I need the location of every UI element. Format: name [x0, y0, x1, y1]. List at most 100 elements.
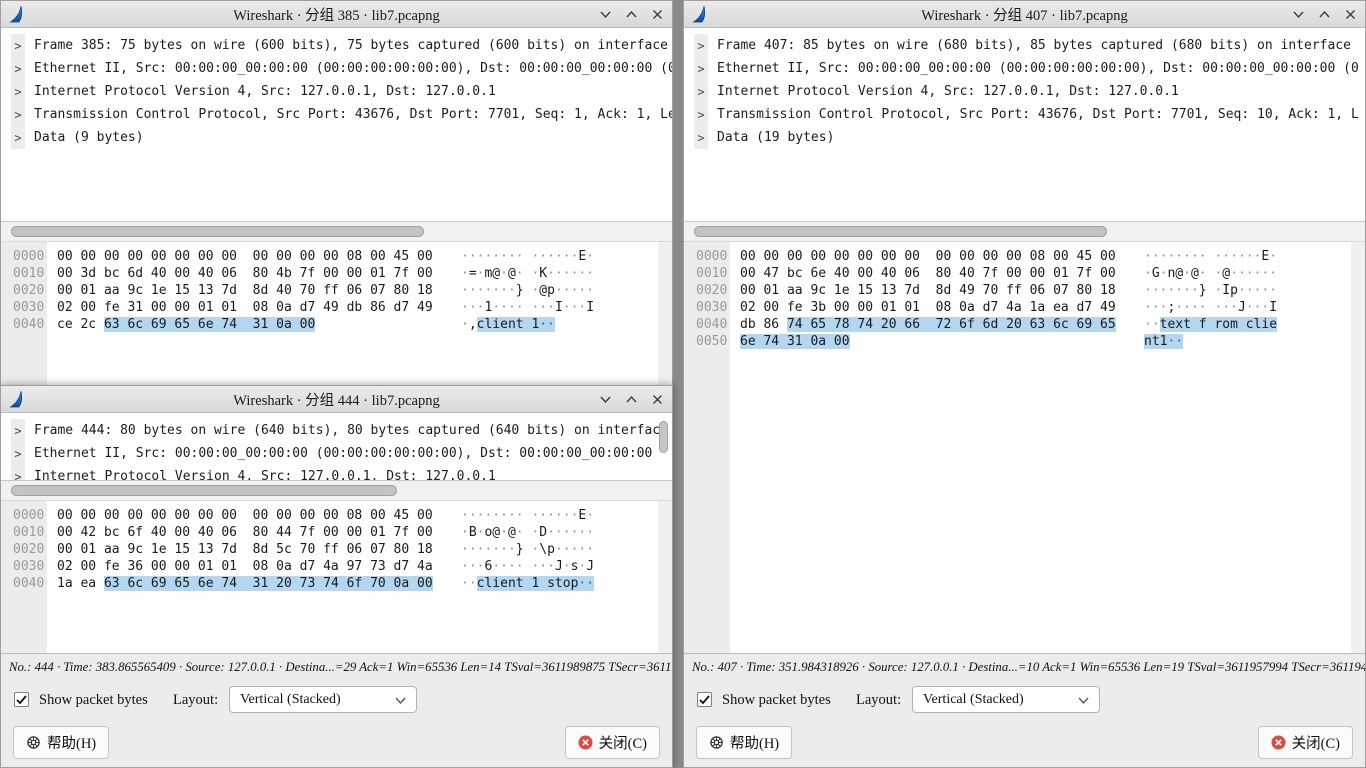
packet-detail-tree[interactable]: >Frame 385: 75 bytes on wire (600 bits),…: [1, 28, 672, 222]
maximize-icon[interactable]: [1318, 8, 1331, 21]
hex-ascii[interactable]: ··text f rom clie: [1144, 317, 1277, 332]
tree-row[interactable]: >Data (19 bytes): [684, 126, 1365, 149]
expander-icon[interactable]: >: [11, 465, 25, 481]
help-button[interactable]: 帮助(H): [13, 726, 109, 759]
hex-row[interactable]: 001000 47 bc 6e 40 00 40 06 80 40 7f 00 …: [684, 265, 1365, 282]
hex-bytes[interactable]: 6e 74 31 0a 00: [740, 334, 1120, 349]
hex-row[interactable]: 002000 01 aa 9c 1e 15 13 7d 8d 49 70 ff …: [684, 282, 1365, 299]
hex-bytes[interactable]: 00 3d bc 6d 40 00 40 06 80 4b 7f 00 00 0…: [57, 266, 437, 281]
packet-bytes-pane[interactable]: 000000 00 00 00 00 00 00 00 00 00 00 00 …: [1, 501, 672, 653]
hex-bytes[interactable]: 1a ea 63 6c 69 65 6e 74 31 20 73 74 6f 7…: [57, 576, 437, 591]
show-packet-bytes-checkbox[interactable]: [14, 692, 29, 707]
close-dialog-button[interactable]: 关闭(C): [1258, 726, 1353, 759]
hex-bytes[interactable]: 00 00 00 00 00 00 00 00 00 00 00 00 08 0…: [57, 249, 437, 264]
hex-ascii[interactable]: ·······} ·Ip·····: [1144, 283, 1277, 298]
expander-icon[interactable]: >: [11, 34, 25, 57]
hex-bytes[interactable]: ce 2c 63 6c 69 65 6e 74 31 0a 00: [57, 317, 437, 332]
packet-detail-tree[interactable]: >Frame 444: 80 bytes on wire (640 bits),…: [1, 413, 672, 481]
hex-bytes[interactable]: 00 42 bc 6f 40 00 40 06 80 44 7f 00 00 0…: [57, 525, 437, 540]
hex-row[interactable]: 002000 01 aa 9c 1e 15 13 7d 8d 40 70 ff …: [1, 282, 672, 299]
hex-ascii[interactable]: ···;···· ···J···I: [1144, 300, 1277, 315]
tree-row[interactable]: >Transmission Control Protocol, Src Port…: [1, 103, 672, 126]
help-button[interactable]: 帮助(H): [696, 726, 792, 759]
hex-ascii[interactable]: ·······} ·\p·····: [461, 542, 594, 557]
hex-ascii[interactable]: ·······} ·@p·····: [461, 283, 594, 298]
expander-icon[interactable]: >: [694, 34, 708, 57]
tree-row[interactable]: >Frame 407: 85 bytes on wire (680 bits),…: [684, 34, 1365, 57]
scrollbar-thumb[interactable]: [11, 226, 424, 237]
hex-ascii[interactable]: ···1···· ···I···I: [461, 300, 594, 315]
hex-bytes[interactable]: 02 00 fe 31 00 00 01 01 08 0a d7 49 db 8…: [57, 300, 437, 315]
horizontal-scrollbar[interactable]: [1, 222, 672, 242]
scrollbar-thumb[interactable]: [694, 226, 1107, 237]
hex-ascii[interactable]: ··client 1 stop··: [461, 576, 594, 591]
layout-dropdown[interactable]: Vertical (Stacked): [912, 686, 1100, 713]
expander-icon[interactable]: >: [11, 103, 25, 126]
hex-row[interactable]: 00401a ea 63 6c 69 65 6e 74 31 20 73 74 …: [1, 575, 672, 592]
expander-icon[interactable]: >: [11, 57, 25, 80]
tree-row[interactable]: >Frame 444: 80 bytes on wire (640 bits),…: [1, 419, 672, 442]
hex-bytes[interactable]: 00 00 00 00 00 00 00 00 00 00 00 00 08 0…: [57, 508, 437, 523]
titlebar-444[interactable]: Wireshark · 分组 444 · lib7.pcapng: [1, 386, 672, 413]
hex-ascii[interactable]: ·,client 1··: [461, 317, 555, 332]
hex-bytes[interactable]: 00 00 00 00 00 00 00 00 00 00 00 00 08 0…: [740, 249, 1120, 264]
expander-icon[interactable]: >: [694, 80, 708, 103]
layout-dropdown[interactable]: Vertical (Stacked): [229, 686, 417, 713]
tree-row[interactable]: >Frame 385: 75 bytes on wire (600 bits),…: [1, 34, 672, 57]
expander-icon[interactable]: >: [694, 126, 708, 149]
packet-bytes-pane[interactable]: 000000 00 00 00 00 00 00 00 00 00 00 00 …: [684, 242, 1365, 653]
tree-row[interactable]: >Data (9 bytes): [1, 126, 672, 149]
hex-ascii[interactable]: ········ ······E·: [461, 249, 594, 264]
hex-row[interactable]: 0040ce 2c 63 6c 69 65 6e 74 31 0a 00·,cl…: [1, 316, 672, 333]
tree-row[interactable]: >Transmission Control Protocol, Src Port…: [684, 103, 1365, 126]
minimize-icon[interactable]: [599, 393, 612, 406]
expander-icon[interactable]: >: [11, 80, 25, 103]
hex-ascii[interactable]: ·B·o@·@· ·D······: [461, 525, 594, 540]
titlebar-385[interactable]: Wireshark · 分组 385 · lib7.pcapng: [1, 1, 672, 28]
tree-row[interactable]: >Internet Protocol Version 4, Src: 127.0…: [1, 465, 672, 481]
hex-bytes[interactable]: 02 00 fe 36 00 00 01 01 08 0a d7 4a 97 7…: [57, 559, 437, 574]
horizontal-scrollbar[interactable]: [1, 481, 672, 501]
maximize-icon[interactable]: [625, 8, 638, 21]
close-icon[interactable]: [651, 8, 664, 21]
minimize-icon[interactable]: [1292, 8, 1305, 21]
packet-detail-tree[interactable]: >Frame 407: 85 bytes on wire (680 bits),…: [684, 28, 1365, 222]
hex-bytes[interactable]: 00 47 bc 6e 40 00 40 06 80 40 7f 00 00 0…: [740, 266, 1120, 281]
close-icon[interactable]: [1344, 8, 1357, 21]
tree-row[interactable]: >Ethernet II, Src: 00:00:00_00:00:00 (00…: [1, 57, 672, 80]
hex-row[interactable]: 003002 00 fe 36 00 00 01 01 08 0a d7 4a …: [1, 558, 672, 575]
hex-bytes[interactable]: 00 01 aa 9c 1e 15 13 7d 8d 40 70 ff 06 0…: [57, 283, 437, 298]
hex-row[interactable]: 001000 42 bc 6f 40 00 40 06 80 44 7f 00 …: [1, 524, 672, 541]
tree-row[interactable]: >Internet Protocol Version 4, Src: 127.0…: [684, 80, 1365, 103]
hex-row[interactable]: 00506e 74 31 0a 00nt1··: [684, 333, 1365, 350]
horizontal-scrollbar[interactable]: [684, 222, 1365, 242]
expander-icon[interactable]: >: [11, 419, 25, 442]
hex-row[interactable]: 000000 00 00 00 00 00 00 00 00 00 00 00 …: [1, 507, 672, 524]
hex-ascii[interactable]: ···6···· ···J·s·J: [461, 559, 594, 574]
scrollbar-thumb[interactable]: [11, 485, 397, 496]
close-dialog-button[interactable]: 关闭(C): [565, 726, 660, 759]
expander-icon[interactable]: >: [694, 57, 708, 80]
hex-row[interactable]: 002000 01 aa 9c 1e 15 13 7d 8d 5c 70 ff …: [1, 541, 672, 558]
hex-row[interactable]: 003002 00 fe 3b 00 00 01 01 08 0a d7 4a …: [684, 299, 1365, 316]
hex-row[interactable]: 0040db 86 74 65 78 74 20 66 72 6f 6d 20 …: [684, 316, 1365, 333]
tree-row[interactable]: >Internet Protocol Version 4, Src: 127.0…: [1, 80, 672, 103]
tree-row[interactable]: >Ethernet II, Src: 00:00:00_00:00:00 (00…: [1, 442, 672, 465]
hex-ascii[interactable]: ·=·m@·@· ·K······: [461, 266, 594, 281]
hex-ascii[interactable]: nt1··: [1144, 334, 1183, 349]
maximize-icon[interactable]: [625, 393, 638, 406]
hex-bytes[interactable]: 00 01 aa 9c 1e 15 13 7d 8d 49 70 ff 06 0…: [740, 283, 1120, 298]
expander-icon[interactable]: >: [11, 126, 25, 149]
expander-icon[interactable]: >: [11, 442, 25, 465]
hex-ascii[interactable]: ·G·n@·@· ·@······: [1144, 266, 1277, 281]
hex-bytes[interactable]: 00 01 aa 9c 1e 15 13 7d 8d 5c 70 ff 06 0…: [57, 542, 437, 557]
expander-icon[interactable]: >: [694, 103, 708, 126]
hex-ascii[interactable]: ········ ······E·: [1144, 249, 1277, 264]
hex-row[interactable]: 003002 00 fe 31 00 00 01 01 08 0a d7 49 …: [1, 299, 672, 316]
vertical-scrollbar-thumb[interactable]: [659, 421, 668, 453]
hex-row[interactable]: 001000 3d bc 6d 40 00 40 06 80 4b 7f 00 …: [1, 265, 672, 282]
hex-row[interactable]: 000000 00 00 00 00 00 00 00 00 00 00 00 …: [1, 248, 672, 265]
hex-bytes[interactable]: 02 00 fe 3b 00 00 01 01 08 0a d7 4a 1a e…: [740, 300, 1120, 315]
hex-ascii[interactable]: ········ ······E·: [461, 508, 594, 523]
tree-row[interactable]: >Ethernet II, Src: 00:00:00_00:00:00 (00…: [684, 57, 1365, 80]
